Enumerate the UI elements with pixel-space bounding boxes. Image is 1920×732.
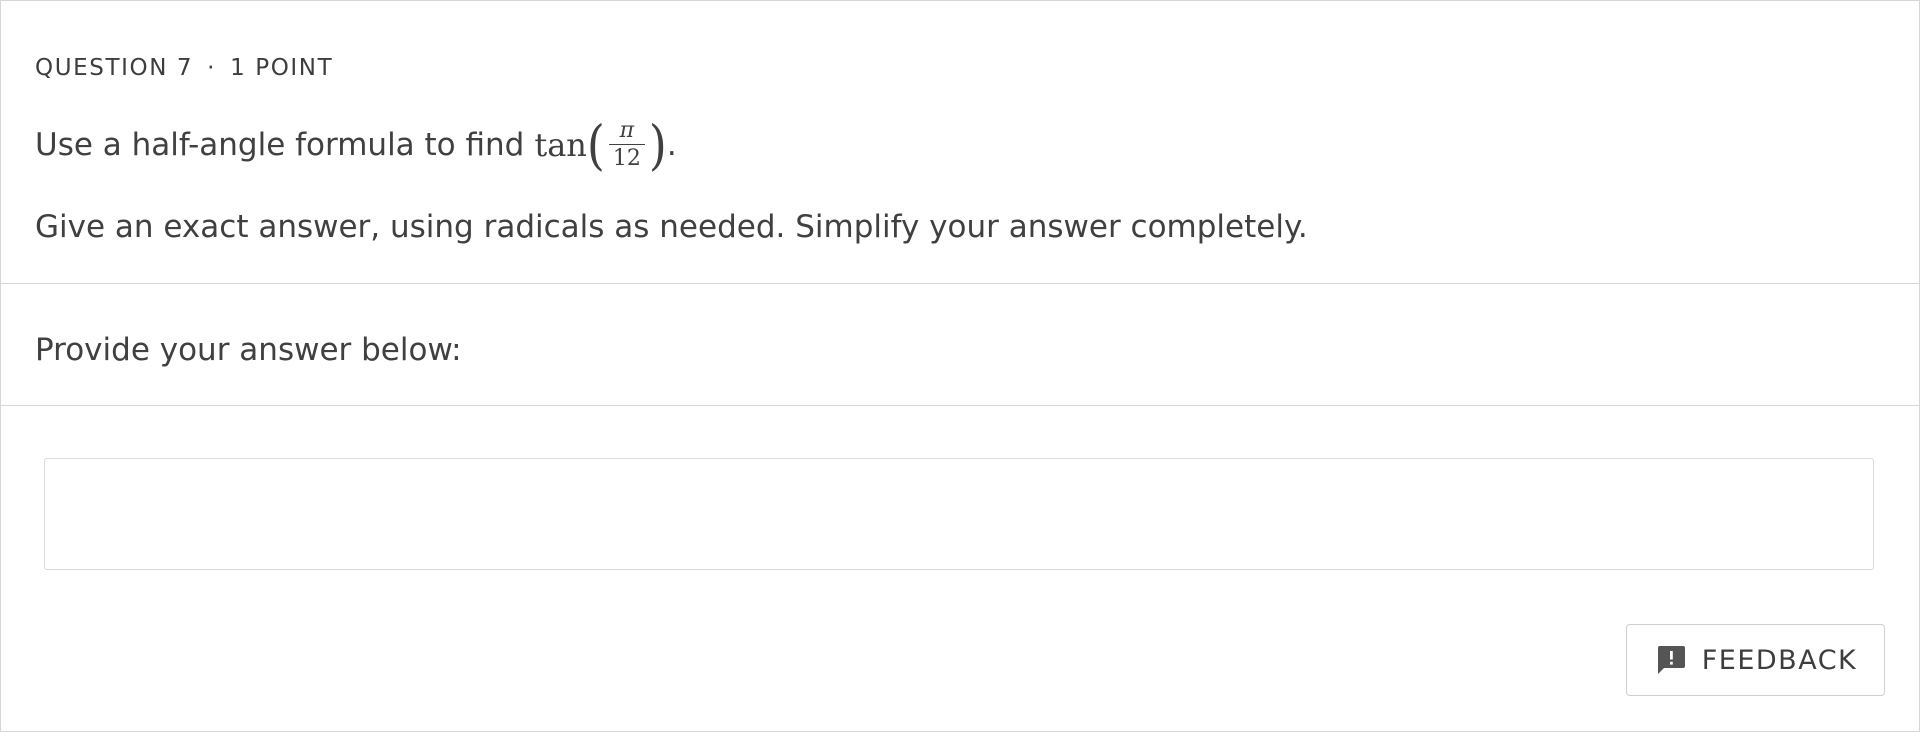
feedback-label: FEEDBACK [1701, 644, 1858, 676]
question-header: QUESTION 7 · 1 POINT [35, 55, 333, 81]
question-number: QUESTION 7 [35, 55, 194, 81]
answer-label: Provide your answer below: [35, 332, 462, 368]
prompt-text: Use a half-angle formula to find [35, 126, 525, 163]
math-open-paren: ( [586, 113, 605, 176]
question-points: 1 POINT [230, 55, 334, 81]
feedback-button[interactable]: FEEDBACK [1626, 624, 1885, 696]
answer-input[interactable] [44, 458, 1874, 570]
question-section: QUESTION 7 · 1 POINT Use a half-angle form… [1, 1, 1919, 284]
feedback-icon [1654, 643, 1688, 677]
math-close-paren: ) [648, 113, 667, 176]
question-prompt: Use a half-angle formula to find tan ( π… [35, 113, 677, 176]
header-separator: · [207, 55, 217, 81]
math-expression: tan ( π 12 ) [534, 113, 667, 176]
fraction-numerator: π [619, 118, 635, 143]
prompt-end: . [666, 126, 677, 163]
math-function: tan [534, 125, 587, 164]
question-card: QUESTION 7 · 1 POINT Use a half-angle form… [0, 0, 1920, 732]
answer-prompt-section: Provide your answer below: [1, 284, 1919, 406]
fraction-denominator: 12 [608, 144, 645, 170]
question-instruction: Give an exact answer, using radicals as … [35, 209, 1308, 245]
math-fraction: π 12 [608, 118, 645, 170]
